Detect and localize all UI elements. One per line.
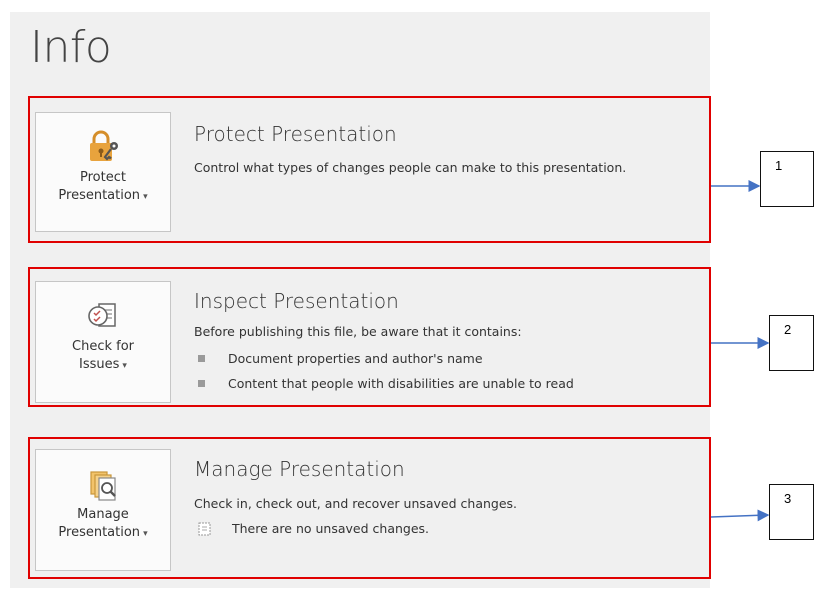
callout-box-2: 2 (769, 315, 814, 371)
arrow-3 (710, 509, 770, 522)
callout-box-3: 3 (769, 484, 814, 540)
callout-arrows (710, 180, 770, 522)
callout-box-1: 1 (760, 151, 814, 207)
